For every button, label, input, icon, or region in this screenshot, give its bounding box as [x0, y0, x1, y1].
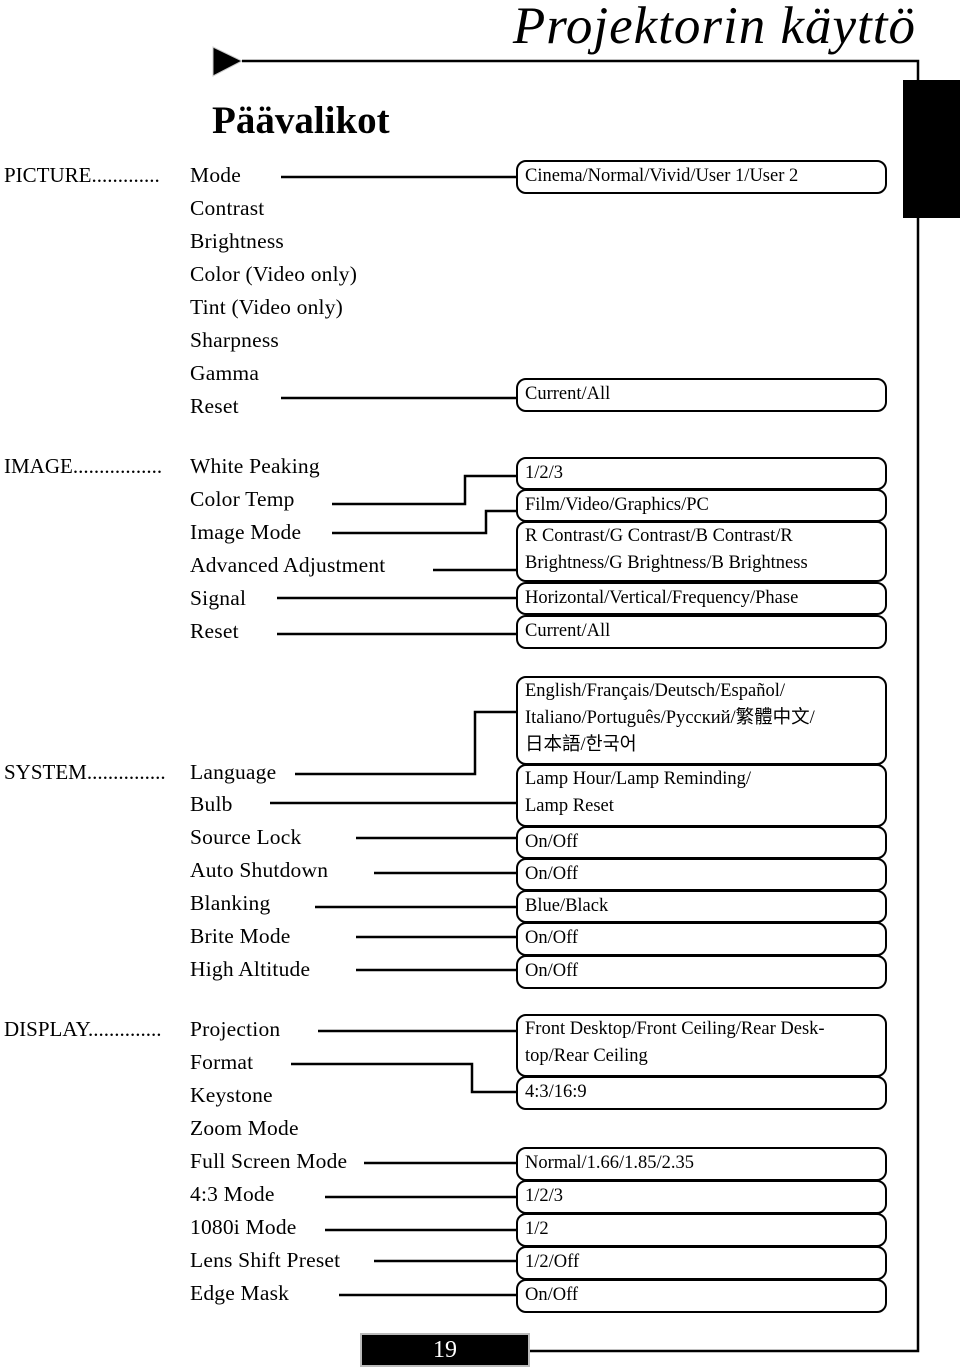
menu-category: SYSTEM...............: [4, 760, 166, 784]
menu-item: Tint (Video only): [190, 295, 344, 319]
menu-item: Format: [190, 1050, 254, 1074]
option-box: On/Off: [516, 826, 887, 859]
option-text: 1/2/3: [525, 463, 564, 483]
connector-line: [295, 710, 517, 776]
option-text: On/Off: [525, 1285, 579, 1305]
option-box: Front Desktop/Front Ceiling/Rear Desk- t…: [516, 1014, 887, 1077]
page-number: 19: [360, 1333, 530, 1367]
option-box: Cinema/Normal/Vivid/User 1/User 2: [516, 160, 887, 194]
option-box: English/Français/Deutsch/Español/ Italia…: [516, 676, 887, 765]
menu-item: Mode: [190, 163, 241, 187]
option-box: Current/All: [516, 378, 887, 412]
option-box: Current/All: [516, 615, 887, 649]
option-text: Lamp Reset: [525, 796, 614, 816]
menu-category: PICTURE.............: [4, 163, 160, 187]
option-box: 1/2/3: [516, 457, 887, 490]
menu-item: Color (Video only): [190, 262, 358, 286]
option-box: On/Off: [516, 1279, 887, 1313]
option-box: Horizontal/Vertical/Frequency/Phase: [516, 582, 887, 615]
option-text: Italiano/Português/Русский/繁體中文/: [525, 708, 815, 728]
option-text: Normal/1.66/1.85/2.35: [525, 1153, 695, 1173]
menu-item: Gamma: [190, 361, 260, 385]
menu-item: Edge Mask: [190, 1281, 290, 1305]
menu-item: Projection: [190, 1017, 281, 1041]
option-text: Horizontal/Vertical/Frequency/Phase: [525, 588, 799, 608]
option-text: On/Off: [525, 928, 579, 948]
menu-item: Reset: [190, 394, 239, 418]
menu-item: Signal: [190, 586, 247, 610]
option-text: 日本語/한국어: [525, 735, 637, 755]
menu-item: Advanced Adjustment: [190, 553, 386, 577]
menu-item: 4:3 Mode: [190, 1182, 275, 1206]
menu-item: Zoom Mode: [190, 1116, 299, 1140]
option-text: 1/2/Off: [525, 1252, 580, 1272]
option-text: 4:3/16:9: [525, 1082, 587, 1102]
option-text: 1/2: [525, 1219, 549, 1239]
option-text: English/Français/Deutsch/Español/: [525, 681, 785, 701]
option-text: top/Rear Ceiling: [525, 1046, 648, 1066]
option-text: Blue/Black: [525, 896, 609, 916]
connector-line: [332, 474, 517, 506]
page-title: Projektorin käyttö: [512, 0, 916, 55]
menu-item: Auto Shutdown: [190, 858, 329, 882]
option-box: On/Off: [516, 922, 887, 956]
menu-item: Blanking: [190, 891, 271, 915]
option-box: R Contrast/G Contrast/B Contrast/R Brigh…: [516, 521, 887, 582]
option-text: Brightness/G Brightness/B Brightness: [525, 553, 808, 573]
menu-category: IMAGE.................: [4, 454, 163, 478]
connector-line: [291, 1062, 517, 1094]
menu-item: Sharpness: [190, 328, 279, 352]
option-text: 1/2/3: [525, 1186, 564, 1206]
section-title: Päävalikot: [212, 99, 390, 142]
menu-item: Reset: [190, 619, 239, 643]
menu-item: 1080i Mode: [190, 1215, 297, 1239]
option-box: Film/Video/Graphics/PC: [516, 489, 887, 522]
menu-item: White Peaking: [190, 454, 320, 478]
option-box: On/Off: [516, 955, 887, 989]
menu-item: Full Screen Mode: [190, 1149, 348, 1173]
menu-item: Keystone: [190, 1083, 273, 1107]
option-box: Blue/Black: [516, 890, 887, 923]
option-text: On/Off: [525, 832, 579, 852]
menu-category: DISPLAY..............: [4, 1017, 162, 1041]
menu-item: Brightness: [190, 229, 284, 253]
option-text: Current/All: [525, 384, 611, 404]
option-box: 1/2: [516, 1213, 887, 1247]
menu-item: Lens Shift Preset: [190, 1248, 341, 1272]
option-text: Current/All: [525, 621, 611, 641]
menu-item: Bulb: [190, 792, 233, 816]
menu-item: Color Temp: [190, 487, 295, 511]
connector-line: [332, 509, 517, 535]
option-text: Cinema/Normal/Vivid/User 1/User 2: [525, 166, 799, 186]
option-text: On/Off: [525, 961, 579, 981]
arrow-right-icon: [212, 46, 244, 77]
menu-item: Contrast: [190, 196, 265, 220]
menu-item: High Altitude: [190, 957, 311, 981]
chapter-tab: [903, 80, 960, 218]
option-box: 1/2/3: [516, 1180, 887, 1214]
option-text: R Contrast/G Contrast/B Contrast/R: [525, 526, 793, 546]
option-text: Film/Video/Graphics/PC: [525, 495, 709, 515]
option-box: 1/2/Off: [516, 1246, 887, 1280]
option-box: 4:3/16:9: [516, 1076, 887, 1110]
option-text: Front Desktop/Front Ceiling/Rear Desk-: [525, 1019, 825, 1039]
menu-item: Language: [190, 760, 277, 784]
option-box: On/Off: [516, 858, 887, 891]
option-text: Lamp Hour/Lamp Reminding/: [525, 769, 752, 789]
option-box: Lamp Hour/Lamp Reminding/ Lamp Reset: [516, 764, 887, 827]
option-text: On/Off: [525, 864, 579, 884]
menu-item: Brite Mode: [190, 924, 291, 948]
menu-item: Source Lock: [190, 825, 302, 849]
menu-item: Image Mode: [190, 520, 302, 544]
option-box: Normal/1.66/1.85/2.35: [516, 1147, 887, 1181]
